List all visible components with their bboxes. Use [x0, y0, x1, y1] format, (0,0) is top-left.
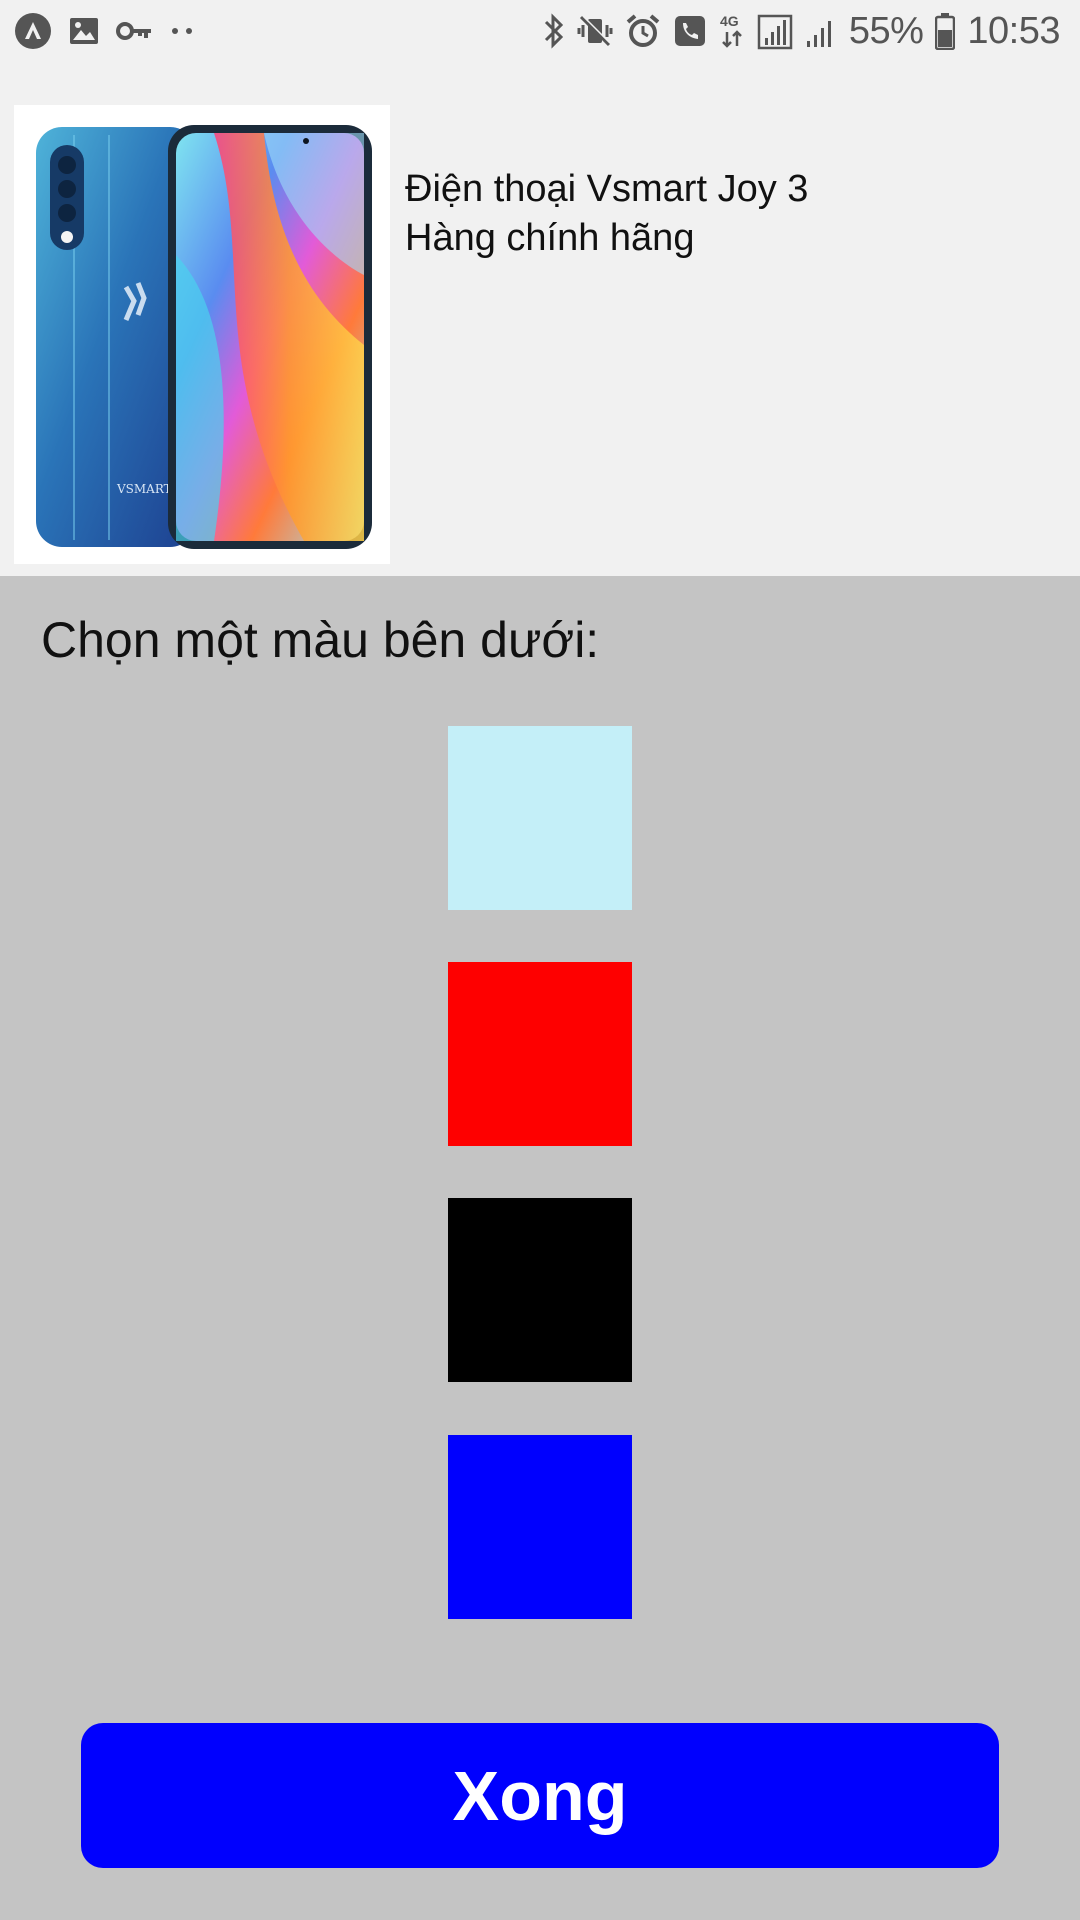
- vibrate-mute-icon: [577, 13, 613, 49]
- product-header: VSMART Điện thoại Vsmart Joy 3 Hàng chín…: [0, 63, 1080, 576]
- product-title-line1: Điện thoại Vsmart Joy 3: [405, 168, 809, 210]
- product-title: Điện thoại Vsmart Joy 3 Hàng chính hãng: [405, 165, 1045, 263]
- color-swatch-blue[interactable]: [448, 1435, 632, 1619]
- battery-icon: [935, 12, 956, 50]
- svg-text:VSMART: VSMART: [116, 482, 172, 496]
- image-icon: [68, 15, 100, 47]
- vpn-key-icon: [116, 19, 154, 43]
- bluetooth-icon: [543, 13, 565, 49]
- battery-percent: 55%: [848, 9, 924, 52]
- alarm-icon: [625, 13, 661, 49]
- network-4g-icon: 4G: [719, 12, 745, 50]
- phone-product-image: VSMART: [14, 105, 390, 564]
- more-dots-icon: [170, 26, 194, 36]
- done-button[interactable]: Xong: [81, 1723, 999, 1868]
- app-logo-icon: [14, 12, 52, 50]
- color-swatch-light-blue[interactable]: [448, 726, 632, 910]
- clock: 10:53: [967, 9, 1060, 52]
- color-swatch-red[interactable]: [448, 962, 632, 1146]
- signal-icon-2: [805, 13, 837, 49]
- svg-text:4G: 4G: [720, 13, 739, 29]
- product-title-line2: Hàng chính hãng: [405, 217, 695, 259]
- status-bar-right: 4G 55% 10:53: [543, 10, 1060, 52]
- wifi-call-icon: [673, 14, 707, 48]
- status-bar: 4G 55% 10:53: [0, 0, 1080, 63]
- color-swatch-black[interactable]: [448, 1198, 632, 1382]
- signal-icon: [757, 12, 793, 50]
- status-bar-left: [14, 12, 194, 50]
- choose-color-label: Chọn một màu bên dưới:: [41, 612, 600, 668]
